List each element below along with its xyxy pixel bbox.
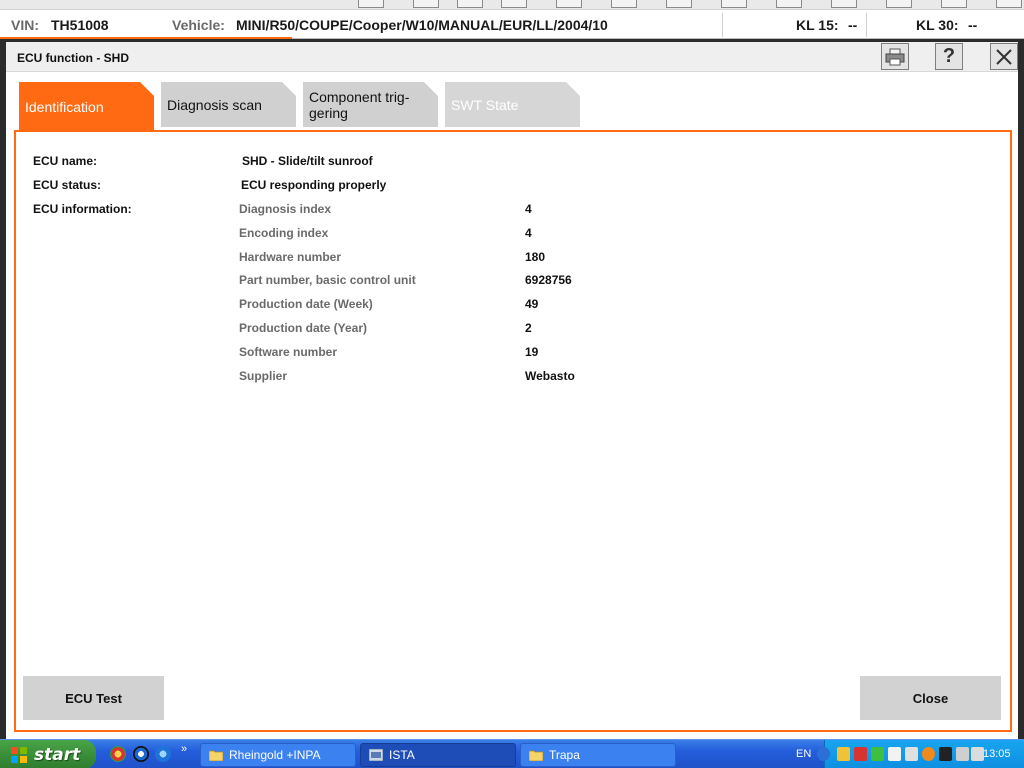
tab-label: SWT State	[451, 96, 519, 113]
window-frame	[1018, 39, 1024, 739]
close-icon	[996, 48, 1012, 65]
internet-explorer-icon[interactable]	[155, 746, 171, 762]
tray-collapse-icon[interactable]	[817, 747, 830, 761]
kl30-value: --	[968, 17, 978, 33]
tray-monitor-icon[interactable]	[888, 747, 901, 761]
toolbar-edit-icon[interactable]	[666, 0, 692, 8]
tab-label: Component trig-	[309, 88, 410, 105]
info-label-production-week: Production date (Week)	[239, 297, 373, 311]
taskbar-item-rheingold[interactable]: Rheingold +INPA	[200, 743, 356, 767]
kl30-label: KL 30:	[916, 17, 959, 33]
info-label-part-number: Part number, basic control unit	[239, 273, 416, 287]
ecu-name-value: SHD - Slide/tilt sunroof	[242, 154, 373, 168]
info-value-hardware-number: 180	[525, 250, 546, 264]
vehicle-info-bar: VIN: TH51008 Vehicle: MINI/R50/COUPE/Coo…	[0, 11, 1024, 39]
info-label-hardware-number: Hardware number	[239, 250, 342, 264]
toolbar-forward-icon[interactable]	[501, 0, 527, 8]
info-value-supplier: Webasto	[525, 369, 575, 383]
toolbar-list-icon[interactable]	[776, 0, 802, 8]
info-value-diagnosis-index: 4	[525, 202, 532, 216]
tray-volume-icon[interactable]	[956, 747, 969, 761]
tab-identification[interactable]: Identification	[19, 82, 154, 131]
info-label-supplier: Supplier	[239, 369, 288, 383]
info-value-part-number: 6928756	[525, 273, 572, 287]
app-icon	[369, 749, 383, 761]
toolbar-window-icon[interactable]	[721, 0, 747, 8]
start-button[interactable]: start	[0, 740, 96, 768]
taskbar-item-label: Rheingold +INPA	[229, 748, 321, 762]
help-icon: ?	[942, 45, 956, 67]
kl15-value: --	[848, 17, 858, 33]
info-value-production-week: 49	[525, 297, 539, 311]
tray-v-icon[interactable]	[939, 747, 952, 761]
vin-value: TH51008	[51, 17, 109, 33]
info-label-diagnosis-index: Diagnosis index	[239, 202, 332, 216]
tray-antivirus-icon[interactable]	[854, 747, 867, 761]
quicklaunch-more-icon[interactable]: »	[181, 743, 187, 755]
taskbar-item-trapa[interactable]: Trapa	[520, 743, 676, 767]
tab-label: Identification	[25, 98, 104, 115]
info-label-software-number: Software number	[239, 345, 338, 359]
toolbar-panel-icon[interactable]	[831, 0, 857, 8]
taskbar-item-ista[interactable]: ISTA	[360, 743, 516, 767]
tab-diagnosis-scan[interactable]: Diagnosis scan	[161, 82, 296, 127]
screen: VIN: TH51008 Vehicle: MINI/R50/COUPE/Coo…	[0, 0, 1024, 768]
folder-icon	[209, 750, 223, 761]
toolbar-print-icon[interactable]	[941, 0, 967, 8]
vehicle-label: Vehicle:	[172, 17, 225, 33]
bmw-icon[interactable]	[133, 746, 149, 762]
printer-icon	[885, 48, 905, 65]
ecu-status-value: ECU responding properly	[241, 178, 387, 192]
toolbar-tool-icon[interactable]	[556, 0, 582, 8]
language-indicator[interactable]: EN	[796, 748, 811, 760]
vin-label: VIN:	[11, 17, 39, 33]
tray-torrent-icon[interactable]	[871, 747, 884, 761]
windows-logo-icon	[11, 746, 27, 763]
toolbar-back-icon[interactable]	[413, 0, 439, 8]
identification-panel: ECU name: SHD - Slide/tilt sunroof ECU s…	[14, 130, 1012, 732]
print-button[interactable]	[881, 43, 909, 70]
toolbar-settings-icon[interactable]	[611, 0, 637, 8]
toolbar-exit-icon[interactable]	[996, 0, 1022, 8]
info-label-encoding-index: Encoding index	[239, 226, 329, 240]
chrome-icon[interactable]	[110, 746, 126, 762]
toolbar-help-icon[interactable]	[886, 0, 912, 8]
dialog-title: ECU function - SHD	[17, 51, 129, 65]
tab-label: Diagnosis scan	[167, 96, 262, 113]
close-button[interactable]: Close	[860, 676, 1001, 720]
info-value-software-number: 19	[525, 345, 539, 359]
tab-swt-state[interactable]: SWT State	[445, 82, 580, 127]
info-value-encoding-index: 4	[525, 226, 532, 240]
dialog-header: ECU function - SHD ?	[6, 42, 1018, 72]
kl15-label: KL 15:	[796, 17, 839, 33]
ecu-test-button[interactable]: ECU Test	[23, 676, 164, 720]
start-label: start	[34, 744, 81, 765]
taskbar-item-label: ISTA	[389, 748, 415, 762]
ecu-information-label: ECU information:	[33, 202, 132, 216]
folder-icon	[529, 750, 543, 761]
vehicle-bar-divider	[722, 13, 723, 37]
info-label-production-year: Production date (Year)	[239, 321, 368, 335]
vehicle-bar-divider	[866, 13, 867, 37]
tab-component-triggering[interactable]: Component trig- gering	[303, 82, 438, 127]
close-dialog-button[interactable]	[990, 43, 1018, 70]
ecu-status-label: ECU status:	[33, 178, 102, 192]
tab-label: gering	[309, 104, 348, 121]
tray-device-icon[interactable]	[905, 747, 918, 761]
taskbar-item-label: Trapa	[549, 748, 580, 762]
main-toolbar	[0, 0, 1024, 10]
clock[interactable]: 13:05	[983, 748, 1011, 760]
ecu-function-dialog: ECU function - SHD ? Identification Diag…	[6, 42, 1018, 739]
help-button[interactable]: ?	[935, 43, 963, 70]
toolbar-copy-icon[interactable]	[457, 0, 483, 8]
vehicle-value: MINI/R50/COUPE/Cooper/W10/MANUAL/EUR/LL/…	[236, 17, 608, 33]
info-value-production-year: 2	[525, 321, 532, 335]
tray-update-icon[interactable]	[922, 747, 935, 761]
windows-taskbar: start » Rheingold +INPA ISTA Trapa EN 13…	[0, 739, 1024, 768]
tray-network-icon[interactable]	[837, 747, 850, 761]
toolbar-home-icon[interactable]	[358, 0, 384, 8]
ecu-name-label: ECU name:	[33, 154, 98, 168]
